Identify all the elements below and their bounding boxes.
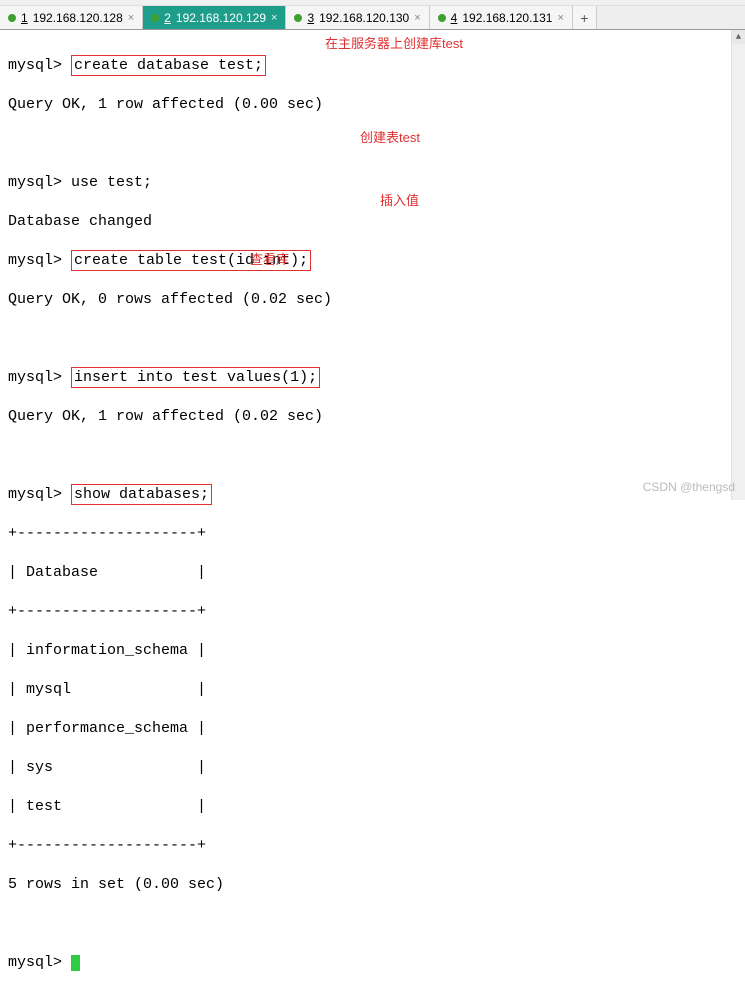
tab-3[interactable]: 3 192.168.120.130 × [286, 6, 429, 29]
tab-number: 3 [307, 11, 314, 25]
tab-2[interactable]: 2 192.168.120.129 × [143, 6, 286, 29]
tab-number: 1 [21, 11, 28, 25]
tab-label: 192.168.120.130 [319, 11, 409, 25]
tab-number: 2 [164, 11, 171, 25]
table-row: | performance_schema | [8, 719, 737, 739]
terminal-output[interactable]: mysql> create database test; Query OK, 1… [0, 30, 745, 1000]
tab-1[interactable]: 1 192.168.120.128 × [0, 6, 143, 29]
close-icon[interactable]: × [557, 12, 563, 24]
close-icon[interactable]: × [271, 12, 277, 24]
annotation: 查看库 [250, 252, 289, 269]
status-dot-icon [294, 14, 302, 22]
annotation: 创建表test [360, 130, 420, 147]
status-dot-icon [151, 14, 159, 22]
prompt: mysql> [8, 954, 62, 971]
tab-number: 4 [451, 11, 458, 25]
prompt: mysql> [8, 174, 62, 191]
cmd-show-db: show databases; [71, 484, 212, 506]
status-dot-icon [438, 14, 446, 22]
query-response: Query OK, 1 row affected (0.00 sec) [8, 95, 737, 115]
table-row: | information_schema | [8, 641, 737, 661]
cmd-insert: insert into test values(1); [71, 367, 320, 389]
add-tab-button[interactable]: + [573, 6, 597, 29]
query-response: 5 rows in set (0.00 sec) [8, 875, 737, 895]
prompt: mysql> [8, 369, 62, 386]
prompt: mysql> [8, 57, 62, 74]
prompt: mysql> [8, 252, 62, 269]
table-border: +--------------------+ [8, 602, 737, 622]
tab-bar: 1 192.168.120.128 × 2 192.168.120.129 × … [0, 6, 745, 30]
annotation: 插入值 [380, 193, 419, 210]
table-row: | sys | [8, 758, 737, 778]
query-response: Query OK, 0 rows affected (0.02 sec) [8, 290, 737, 310]
cursor-icon [71, 955, 80, 971]
table-header: | Database | [8, 563, 737, 583]
close-icon[interactable]: × [414, 12, 420, 24]
close-icon[interactable]: × [128, 12, 134, 24]
table-border: +--------------------+ [8, 524, 737, 544]
scrollbar[interactable]: ▲ [731, 30, 745, 500]
tab-4[interactable]: 4 192.168.120.131 × [430, 6, 573, 29]
query-response: Query OK, 1 row affected (0.02 sec) [8, 407, 737, 427]
table-row: | mysql | [8, 680, 737, 700]
annotation: 在主服务器上创建库test [325, 36, 463, 53]
tab-label: 192.168.120.129 [176, 11, 266, 25]
query-response: Database changed [8, 212, 737, 232]
table-border: +--------------------+ [8, 836, 737, 856]
tab-label: 192.168.120.128 [33, 11, 123, 25]
table-row: | test | [8, 797, 737, 817]
cmd-create-db: create database test; [71, 55, 266, 77]
status-dot-icon [8, 14, 16, 22]
watermark: CSDN @thengsd [643, 480, 735, 494]
tab-label: 192.168.120.131 [462, 11, 552, 25]
cmd-use-db: use test; [71, 174, 152, 191]
scroll-up-icon[interactable]: ▲ [732, 30, 745, 44]
